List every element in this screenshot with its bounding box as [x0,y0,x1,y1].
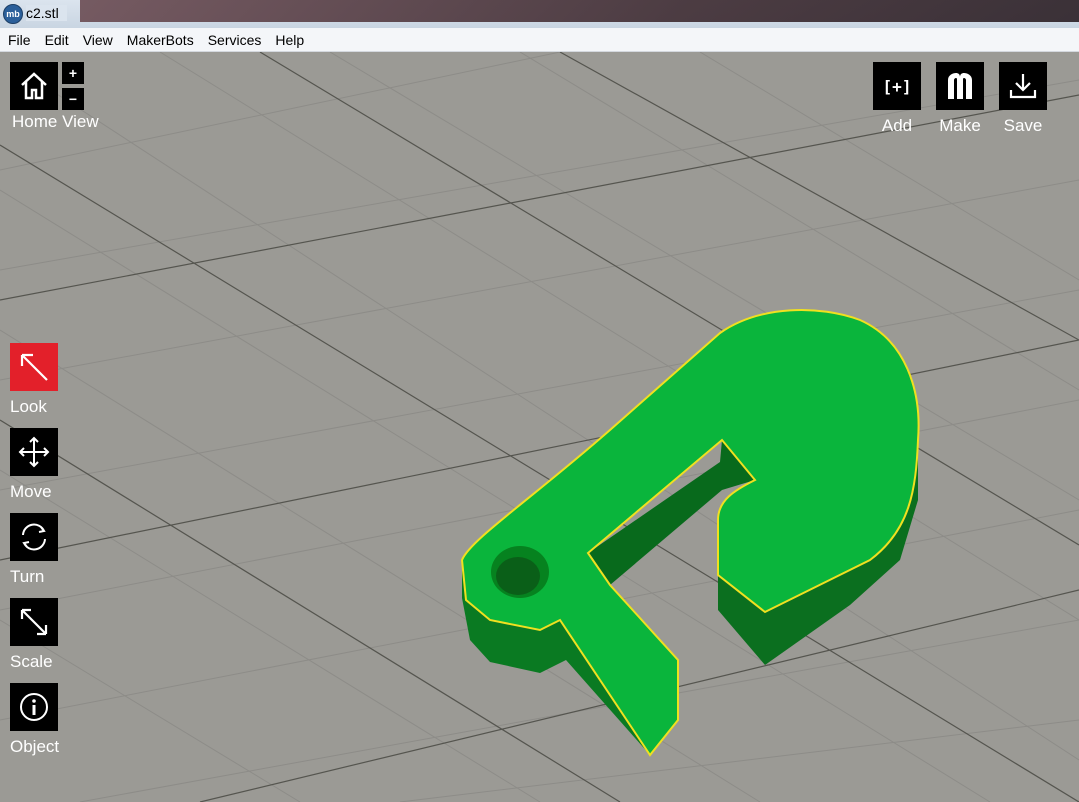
rotate-icon [22,523,46,551]
window-title: c2.stl [26,5,67,21]
menu-makerbots[interactable]: MakerBots [120,32,201,48]
turn-button[interactable] [10,513,58,561]
build-plate-viewport[interactable] [0,52,1079,802]
makerbot-logo-icon: mb [3,4,23,24]
move-tool[interactable]: Move [10,428,58,502]
turn-tool[interactable]: Turn [10,513,58,587]
home-view-label: Home View [12,112,99,131]
menu-file[interactable]: File [0,32,38,48]
info-icon [20,693,48,721]
menu-view[interactable]: View [76,32,120,48]
look-arrow-icon [20,353,48,381]
makerbot-m-icon [948,73,972,99]
menu-services[interactable]: Services [201,32,269,48]
turn-label: Turn [10,567,45,586]
model-mount-hole-inner [496,557,540,595]
menu-help[interactable]: Help [268,32,311,48]
look-tool[interactable]: Look [10,343,58,417]
download-icon [1009,74,1037,99]
look-label: Look [10,397,47,416]
add-button[interactable]: [+] [873,62,921,110]
scale-tool[interactable]: Scale [10,598,58,672]
scale-diagonal-icon [20,608,48,636]
object-tool[interactable]: Object [10,683,59,757]
home-view-tool[interactable] [10,62,58,110]
object-button[interactable] [10,683,58,731]
save-label: Save [1003,116,1043,135]
save-tool[interactable]: Save [993,62,1053,136]
save-button[interactable] [999,62,1047,110]
make-label: Make [939,116,981,135]
build-plate-scene[interactable] [0,52,1079,802]
make-button[interactable] [936,62,984,110]
add-label: Add [881,116,913,135]
move-label: Move [10,482,52,501]
zoom-in-button[interactable]: + [62,62,84,84]
home-view-button[interactable] [10,62,58,110]
title-bar-background [80,0,1079,22]
make-tool[interactable]: Make [930,62,990,136]
menu-edit[interactable]: Edit [38,32,76,48]
look-button[interactable] [10,343,58,391]
home-icon [21,72,47,100]
object-label: Object [10,737,60,756]
zoom-out-button[interactable]: − [62,88,84,110]
add-tool[interactable]: [+] Add [867,62,927,136]
add-icon: [+] [882,76,912,96]
scale-button[interactable] [10,598,58,646]
menu-bar: File Edit View MakerBots Services Help [0,28,1079,52]
title-bar: mb c2.stl [0,0,1079,28]
move-button[interactable] [10,428,58,476]
move-arrows-icon [18,436,50,468]
scale-label: Scale [10,652,53,671]
